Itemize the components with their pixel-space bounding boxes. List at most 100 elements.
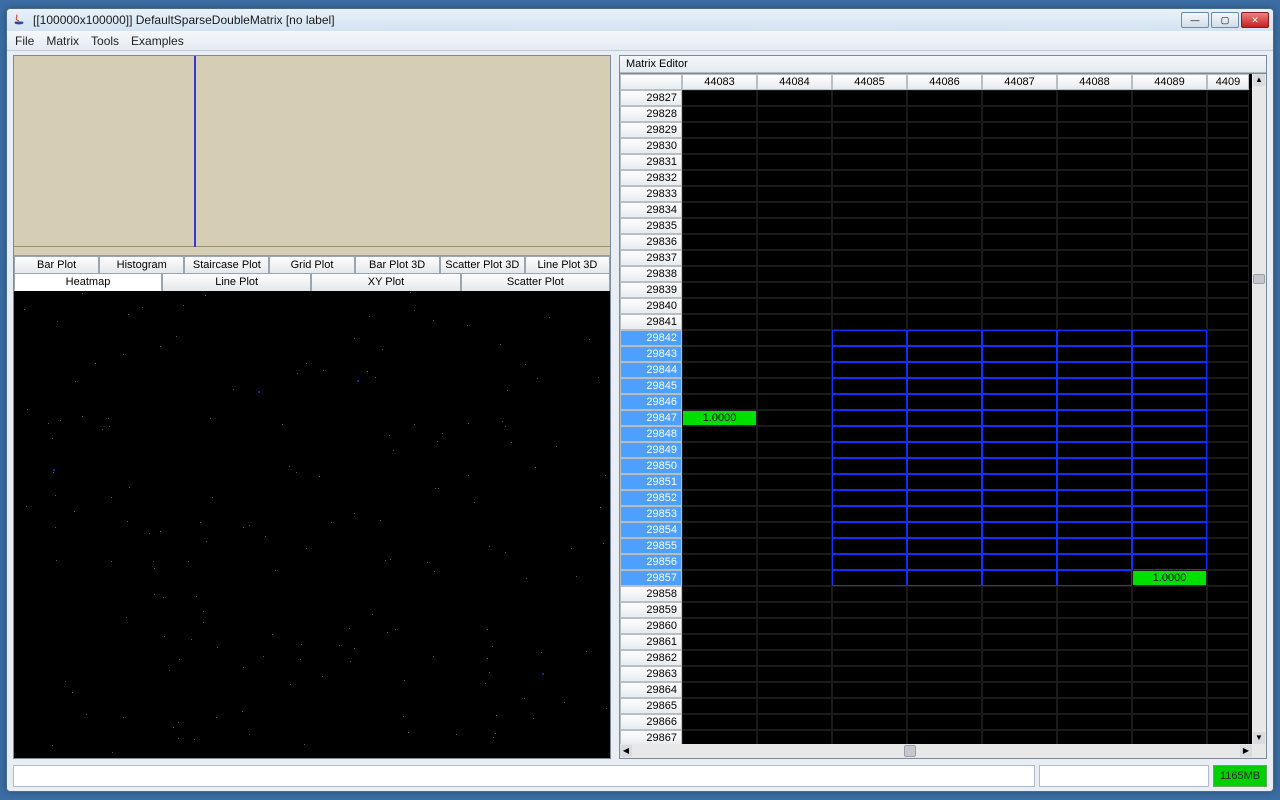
row-header[interactable]: 29852 [620,490,682,506]
matrix-cell[interactable] [1207,234,1249,250]
matrix-cell[interactable] [1207,314,1249,330]
matrix-cell[interactable] [907,266,982,282]
matrix-cell[interactable] [907,282,982,298]
matrix-cell[interactable] [1057,602,1132,618]
matrix-cell[interactable] [682,634,757,650]
row-header[interactable]: 29856 [620,554,682,570]
matrix-cell[interactable] [832,266,907,282]
matrix-cell[interactable] [982,490,1057,506]
matrix-cell[interactable] [1057,218,1132,234]
column-header[interactable]: 4409 [1207,74,1249,90]
matrix-cell[interactable] [682,442,757,458]
matrix-cell[interactable] [757,698,832,714]
matrix-cell[interactable] [757,586,832,602]
matrix-cell[interactable] [1057,506,1132,522]
matrix-cell[interactable] [682,554,757,570]
matrix-cell[interactable] [1057,570,1132,586]
matrix-cell[interactable] [757,298,832,314]
matrix-cell[interactable] [1132,106,1207,122]
matrix-cell[interactable] [907,442,982,458]
matrix-cell[interactable] [907,378,982,394]
matrix-cell[interactable] [907,458,982,474]
matrix-cell[interactable] [832,362,907,378]
matrix-cell[interactable] [1207,186,1249,202]
matrix-cell[interactable] [682,298,757,314]
matrix-cell[interactable] [907,570,982,586]
matrix-cell[interactable] [1207,458,1249,474]
matrix-cell[interactable] [1207,570,1249,586]
matrix-cell[interactable] [832,90,907,106]
matrix-cell[interactable]: 1.0000 [682,410,757,426]
matrix-cell[interactable] [1207,218,1249,234]
row-header[interactable]: 29859 [620,602,682,618]
matrix-cell[interactable]: 1.0000 [1132,570,1207,586]
matrix-cell[interactable] [1207,282,1249,298]
matrix-cell[interactable] [982,138,1057,154]
matrix-cell[interactable] [832,122,907,138]
matrix-cell[interactable] [832,218,907,234]
matrix-cell[interactable] [832,666,907,682]
matrix-cell[interactable] [682,570,757,586]
matrix-cell[interactable] [907,314,982,330]
tab-histogram[interactable]: Histogram [99,256,184,273]
matrix-cell[interactable] [982,538,1057,554]
menu-tools[interactable]: Tools [91,34,119,48]
matrix-cell[interactable] [1057,490,1132,506]
matrix-cell[interactable] [757,522,832,538]
matrix-cell[interactable] [757,410,832,426]
matrix-cell[interactable] [757,202,832,218]
matrix-cell[interactable] [757,314,832,330]
matrix-cell[interactable] [832,586,907,602]
menu-file[interactable]: File [15,34,34,48]
matrix-cell[interactable] [832,490,907,506]
matrix-cell[interactable] [982,714,1057,730]
matrix-cell[interactable] [982,378,1057,394]
matrix-cell[interactable] [682,522,757,538]
matrix-cell[interactable] [982,618,1057,634]
horizontal-scrollbar[interactable]: ◀ ▶ [620,744,1252,758]
matrix-cell[interactable] [1207,394,1249,410]
matrix-cell[interactable] [832,202,907,218]
matrix-cell[interactable] [832,138,907,154]
matrix-cell[interactable] [1207,586,1249,602]
matrix-cell[interactable] [1057,330,1132,346]
matrix-cell[interactable] [682,234,757,250]
matrix-cell[interactable] [1132,506,1207,522]
matrix-cell[interactable] [832,330,907,346]
matrix-cell[interactable] [682,426,757,442]
row-header[interactable]: 29864 [620,682,682,698]
matrix-cell[interactable] [757,554,832,570]
matrix-cell[interactable] [682,282,757,298]
matrix-cell[interactable] [1207,698,1249,714]
matrix-cell[interactable] [1057,314,1132,330]
row-header[interactable]: 29838 [620,266,682,282]
row-header[interactable]: 29830 [620,138,682,154]
matrix-cell[interactable] [1132,266,1207,282]
matrix-cell[interactable] [982,330,1057,346]
matrix-cell[interactable] [982,650,1057,666]
matrix-cell[interactable] [757,666,832,682]
matrix-cell[interactable] [1057,106,1132,122]
matrix-cell[interactable] [982,314,1057,330]
matrix-cell[interactable] [1207,138,1249,154]
matrix-cell[interactable] [1207,250,1249,266]
row-header[interactable]: 29858 [620,586,682,602]
row-header[interactable]: 29841 [620,314,682,330]
row-header[interactable]: 29846 [620,394,682,410]
matrix-cell[interactable] [682,330,757,346]
matrix-cell[interactable] [1057,394,1132,410]
matrix-cell[interactable] [907,138,982,154]
vscroll-thumb[interactable] [1253,274,1265,284]
matrix-cell[interactable] [907,586,982,602]
matrix-cell[interactable] [1057,538,1132,554]
matrix-cell[interactable] [1132,586,1207,602]
matrix-cell[interactable] [682,138,757,154]
matrix-cell[interactable] [832,394,907,410]
matrix-cell[interactable] [982,362,1057,378]
row-header[interactable]: 29862 [620,650,682,666]
matrix-cell[interactable] [907,426,982,442]
tab-scatter-plot[interactable]: Scatter Plot [461,273,610,291]
matrix-cell[interactable] [1132,362,1207,378]
matrix-cell[interactable] [1207,714,1249,730]
menu-matrix[interactable]: Matrix [46,34,79,48]
